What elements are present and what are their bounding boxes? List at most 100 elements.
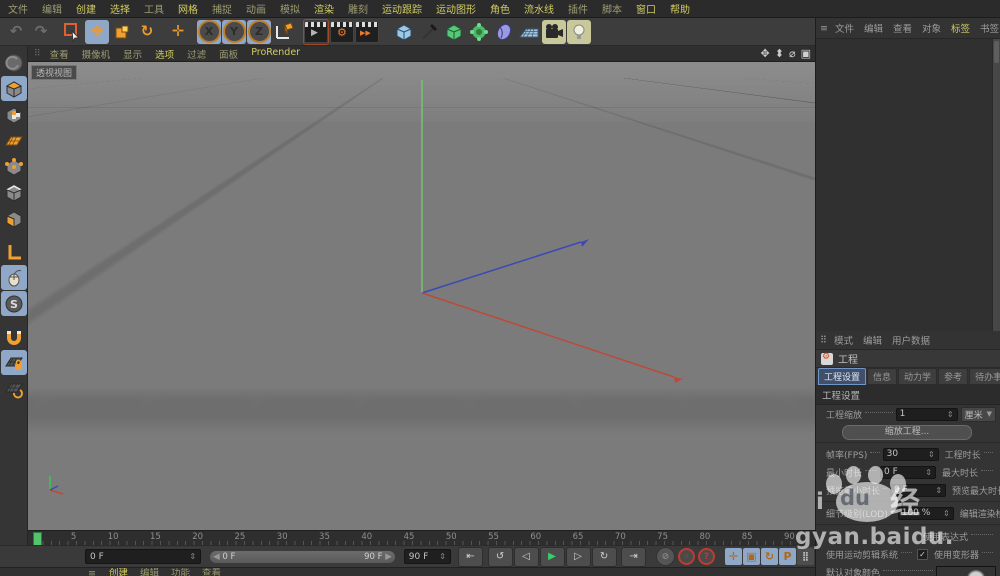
axis-y-lock-button[interactable]: Y	[222, 19, 246, 44]
viewport-menu-item[interactable]: 查看	[50, 47, 69, 61]
menu-item[interactable]: 脚本	[602, 1, 622, 16]
active-object-row[interactable]: 工程	[816, 350, 1000, 368]
material-menu-item[interactable]: 功能	[171, 568, 190, 576]
object-list[interactable]	[816, 39, 1000, 331]
preview-range-slider[interactable]: ◀ 0 F 90 F ▶	[209, 549, 396, 564]
model-mode-icon[interactable]	[0, 76, 27, 101]
material-menu-item[interactable]: 编辑	[140, 568, 159, 576]
tweak-mode-icon[interactable]	[0, 265, 27, 290]
attribute-tab[interactable]: 动力学	[898, 368, 938, 385]
menu-item[interactable]: 运动图形	[436, 1, 476, 16]
next-frame-icon[interactable]: ▷	[565, 546, 591, 567]
edges-mode-icon[interactable]	[1, 180, 27, 205]
grip-icon[interactable]: ⠿	[34, 49, 42, 59]
menu-item[interactable]: 流水线	[524, 1, 554, 16]
render-view-icon[interactable]	[303, 18, 329, 45]
menu-item[interactable]: 工具	[144, 1, 164, 16]
material-menu-item[interactable]: 创建	[109, 568, 128, 576]
texture-mode-icon[interactable]	[1, 102, 27, 127]
scale-tool-icon[interactable]	[110, 20, 134, 44]
menu-item[interactable]: 动画	[246, 1, 266, 16]
render-settings-icon[interactable]	[330, 20, 354, 44]
viewport-menu-item[interactable]: 摄像机	[82, 47, 111, 61]
attribute-menu-item[interactable]: 编辑	[863, 333, 882, 347]
make-editable-icon[interactable]	[1, 50, 27, 75]
key-rotation-icon[interactable]: ↻	[760, 548, 778, 565]
magnet-snap-icon[interactable]	[1, 324, 27, 349]
toggle-view-icon[interactable]: ▣	[801, 47, 811, 60]
object-manager-menu-item[interactable]: 编辑	[864, 21, 883, 35]
current-frame-field[interactable]: 0 F ⇕	[85, 549, 202, 564]
light-icon[interactable]	[567, 19, 591, 44]
align-workplane-icon[interactable]	[1, 376, 27, 401]
coordinate-system-icon[interactable]	[272, 20, 296, 44]
live-selection-icon[interactable]	[60, 20, 84, 44]
render-queue-icon[interactable]	[355, 20, 379, 44]
subdivision-surface-icon[interactable]	[442, 20, 466, 44]
camera-icon[interactable]	[542, 19, 566, 44]
deformer-icon[interactable]	[492, 20, 516, 44]
menu-item[interactable]: 雕刻	[348, 1, 368, 16]
menu-item[interactable]: 运动跟踪	[382, 1, 422, 16]
attribute-tab[interactable]: 工程设置	[818, 368, 867, 385]
spline-pen-icon[interactable]	[417, 20, 441, 44]
unit-dropdown[interactable]: 厘米 ▼	[960, 406, 996, 422]
viewport-menu-item[interactable]: 选项	[155, 47, 174, 61]
rotate-tool-icon[interactable]: ↻	[135, 20, 159, 44]
project-scale-field[interactable]: 1 ⇕	[895, 407, 958, 421]
menu-item[interactable]: 插件	[568, 1, 588, 16]
default-color-dropdown[interactable]	[936, 565, 996, 576]
menu-item[interactable]: 文件	[8, 1, 28, 16]
record-objects-icon[interactable]: ⊘	[655, 547, 675, 566]
menu-item[interactable]: 模拟	[280, 1, 300, 16]
primitive-cube-icon[interactable]	[392, 20, 416, 44]
key-scale-icon[interactable]: ▣	[742, 548, 760, 565]
viewport-menu-item[interactable]: 面板	[219, 47, 238, 61]
menu-item[interactable]: 选择	[110, 1, 130, 16]
grip-icon[interactable]: ≡	[88, 568, 97, 576]
autokey-icon[interactable]: ◦	[677, 548, 695, 565]
viewport-menu-item[interactable]: ProRender	[251, 47, 300, 61]
pan-icon[interactable]: ✥	[761, 47, 770, 60]
menu-item[interactable]: 角色	[490, 1, 510, 16]
workplane-mode-icon[interactable]	[1, 128, 27, 153]
menu-item[interactable]: 窗口	[636, 1, 656, 16]
attribute-tab[interactable]: 信息	[867, 368, 898, 385]
timeline-ruler[interactable]: 051015202530354045505560657075808590	[28, 530, 815, 547]
object-manager-menu-item[interactable]: 对象	[922, 21, 941, 35]
object-list-scrollbar[interactable]	[992, 39, 1000, 331]
last-tool-icon[interactable]: ✛	[166, 20, 190, 44]
menu-item[interactable]: 创建	[76, 1, 96, 16]
material-menu-item[interactable]: 查看	[202, 568, 221, 576]
preview-min-time-field[interactable]: 0 F ⇕	[890, 483, 947, 497]
modeling-generator-icon[interactable]	[467, 20, 491, 44]
object-manager-menu-item[interactable]: 文件	[835, 21, 854, 35]
axis-z-lock-button[interactable]: Z	[247, 19, 271, 44]
menu-item[interactable]: 渲染	[314, 1, 334, 16]
viewport-menu-item[interactable]: 过滤	[187, 47, 206, 61]
menu-item[interactable]: 网格	[178, 1, 198, 16]
lod-field[interactable]: 100 % ⇕	[897, 506, 954, 520]
key-pla-icon[interactable]: ⣿	[796, 548, 814, 565]
grip-icon[interactable]: ⠿	[820, 335, 828, 346]
move-tool-icon[interactable]: ✥	[85, 19, 109, 44]
attribute-menu-item[interactable]: 用户数据	[892, 333, 930, 347]
end-frame-field[interactable]: 90 F ⇕	[403, 549, 451, 564]
viewport-menu-item[interactable]: 显示	[123, 47, 142, 61]
snap-icon[interactable]: S	[0, 291, 27, 316]
zoom-icon[interactable]: ⬍	[775, 47, 784, 60]
axis-x-lock-button[interactable]: X	[197, 19, 221, 44]
key-parameter-icon[interactable]: P	[778, 548, 796, 565]
play-icon[interactable]: ▶	[539, 546, 565, 567]
rotate-icon[interactable]: ⌀	[789, 47, 796, 60]
menu-item[interactable]: 编辑	[42, 1, 62, 16]
next-key-icon[interactable]: ↻	[591, 546, 617, 567]
menu-icon[interactable]: ≡	[820, 23, 829, 34]
goto-end-icon[interactable]: ⇥	[621, 546, 647, 567]
scale-project-button[interactable]: 缩放工程...	[842, 425, 972, 440]
object-manager-menu-item[interactable]: 书签	[980, 21, 999, 35]
enable-axis-icon[interactable]	[1, 239, 27, 264]
prev-key-icon[interactable]: ↺	[487, 546, 513, 567]
redo-icon[interactable]: ↷	[29, 20, 53, 44]
object-manager-menu-item[interactable]: 标签	[951, 21, 970, 35]
